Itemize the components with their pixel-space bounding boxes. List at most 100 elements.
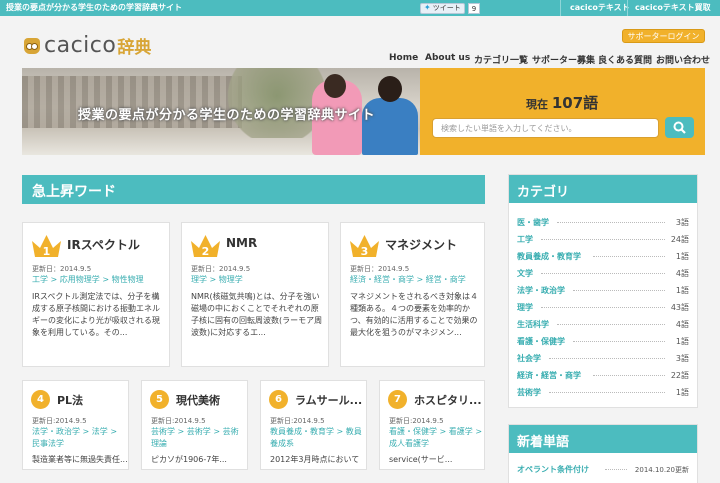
- category-item[interactable]: 工学 24語: [517, 232, 689, 249]
- new-word-label[interactable]: オペラント条件付け: [517, 464, 589, 475]
- card-categories[interactable]: 教員養成・教育学 > 教員養成系: [270, 426, 365, 450]
- search-button[interactable]: [665, 117, 694, 138]
- trending-card-6[interactable]: 6 ラムサール... 更新日:2014.9.5 教員養成・教育学 > 教員養成系…: [260, 380, 367, 470]
- nav-faq[interactable]: 良くある質問: [598, 53, 652, 66]
- category-count: 1語: [675, 286, 689, 295]
- dotted-leader: [549, 392, 665, 393]
- nav-home[interactable]: Home: [389, 53, 418, 63]
- category-item[interactable]: 医・歯学 3語: [517, 215, 689, 232]
- word-count: 現在 107語: [526, 92, 598, 113]
- card-title[interactable]: ホスピタリ...: [414, 392, 482, 408]
- category-label[interactable]: 文学: [517, 268, 533, 279]
- card-categories[interactable]: 芸術学 > 芸術学 > 芸術理論: [151, 426, 246, 450]
- nav-about-us[interactable]: About us: [425, 53, 470, 63]
- card-categories[interactable]: 理学 > 物理学: [191, 274, 326, 286]
- card-date: 更新日:2014.9.5: [151, 417, 206, 425]
- new-words-heading: 新着単語: [509, 425, 697, 453]
- category-count: 1語: [675, 388, 689, 397]
- trending-card-4[interactable]: 4 PL法 更新日:2014.9.5 法学・政治学 > 法学 > 民事法学 製造…: [22, 380, 129, 470]
- card-categories[interactable]: 工学 > 応用物理学 > 物性物理: [32, 274, 167, 286]
- category-count: 3語: [675, 218, 689, 227]
- category-item[interactable]: 経済・経営・商学 22語: [517, 368, 689, 385]
- new-word-date: 2014.10.20更新: [634, 466, 689, 474]
- category-label[interactable]: 社会学: [517, 353, 541, 364]
- category-label[interactable]: 教員養成・教育学: [517, 251, 581, 262]
- card-excerpt: マネジメントをされるべき対象は４種類ある。４つの要素を効率的かつ、有効的に活用す…: [350, 292, 478, 337]
- search-panel: 現在 107語 検索したい単語を入力してください。: [420, 68, 705, 155]
- student-image: [324, 74, 346, 98]
- nav-supporter-recruit[interactable]: サポーター募集: [532, 53, 595, 66]
- category-label[interactable]: 看護・保健学: [517, 336, 565, 347]
- trending-card-7[interactable]: 7 ホスピタリ... 更新日:2014.9.5 看護・保健学 > 看護学 > 成…: [379, 380, 485, 470]
- rank-badge: 5: [150, 390, 169, 409]
- category-label[interactable]: 芸術学: [517, 387, 541, 398]
- dotted-leader: [593, 256, 665, 257]
- dotted-leader: [541, 239, 665, 240]
- card-title[interactable]: マネジメント: [385, 236, 457, 253]
- category-label[interactable]: 工学: [517, 234, 533, 245]
- twitter-bird-icon: ✦: [424, 3, 431, 12]
- dotted-leader: [557, 324, 665, 325]
- category-item[interactable]: 法学・政治学 1語: [517, 283, 689, 300]
- trending-card-3[interactable]: 3 マネジメント 更新日：2014.9.5 経済・経営・商学 > 経営・商学 マ…: [340, 222, 485, 367]
- card-title[interactable]: IRスペクトル: [67, 236, 140, 253]
- card-date: 更新日：2014.9.5: [32, 265, 92, 273]
- card-categories[interactable]: 法学・政治学 > 法学 > 民事法学: [32, 426, 127, 450]
- site-tagline: 授業の要点が分かる学生のための学習辞典サイト: [6, 3, 182, 12]
- card-categories[interactable]: 経済・経営・商学 > 経営・商学: [350, 274, 482, 286]
- trending-heading: 急上昇ワード: [22, 175, 485, 204]
- category-item[interactable]: 芸術学 1語: [517, 385, 689, 402]
- hero-photo: 授業の要点が分かる学生のための学習辞典サイト: [22, 68, 420, 155]
- dotted-leader: [573, 290, 665, 291]
- card-title[interactable]: NMR: [226, 236, 257, 250]
- category-label[interactable]: 生活科学: [517, 319, 549, 330]
- tweet-widget[interactable]: ✦ ツイート 9: [420, 2, 481, 14]
- category-item[interactable]: 理学 43語: [517, 300, 689, 317]
- trending-card-2[interactable]: 2 NMR 更新日：2014.9.5 理学 > 物理学 NMR(核磁気共鳴)とは…: [181, 222, 329, 367]
- nav-contact[interactable]: お問い合わせ: [656, 53, 710, 66]
- new-word-item[interactable]: オペラント条件付け 2014.10.20更新: [517, 462, 689, 479]
- site-logo[interactable]: cacico 辞典: [24, 33, 151, 58]
- card-date: 更新日:2014.9.5: [389, 417, 444, 425]
- nav-categories[interactable]: カテゴリ一覧: [474, 53, 528, 66]
- category-label[interactable]: 理学: [517, 302, 533, 313]
- link-cacico-text[interactable]: cacicoテキスト: [570, 2, 630, 13]
- category-count: 1語: [675, 252, 689, 261]
- search-input[interactable]: 検索したい単語を入力してください。: [432, 118, 659, 138]
- dotted-leader: [557, 222, 665, 223]
- card-title[interactable]: PL法: [57, 392, 83, 408]
- category-count: 4語: [675, 320, 689, 329]
- card-categories[interactable]: 看護・保健学 > 看護学 > 成人看護学: [389, 426, 484, 450]
- card-date: 更新日:2014.9.5: [270, 417, 325, 425]
- tweet-button[interactable]: ✦ ツイート: [420, 2, 465, 14]
- category-count: 43語: [670, 303, 689, 312]
- trending-card-5[interactable]: 5 現代美術 更新日:2014.9.5 芸術学 > 芸術学 > 芸術理論 ピカソ…: [141, 380, 248, 470]
- card-title[interactable]: ラムサール...: [295, 392, 362, 408]
- link-cacico-text-buyback[interactable]: cacicoテキスト買取: [635, 2, 711, 13]
- category-item[interactable]: 教員養成・教育学 1語: [517, 249, 689, 266]
- category-item[interactable]: 生活科学 4語: [517, 317, 689, 334]
- student-image: [378, 76, 402, 102]
- rank-number: 3: [361, 245, 369, 258]
- category-label[interactable]: 医・歯学: [517, 217, 549, 228]
- card-excerpt: service(サービ...: [389, 455, 453, 464]
- category-label[interactable]: 経済・経営・商学: [517, 370, 581, 381]
- word-count-value: 107語: [551, 94, 599, 112]
- new-words-panel: 新着単語 オペラント条件付け 2014.10.20更新: [508, 424, 698, 483]
- category-count: 3語: [675, 354, 689, 363]
- owl-logo-icon: [24, 37, 40, 54]
- dotted-leader: [549, 358, 665, 359]
- divider: [560, 0, 561, 16]
- supporter-login-button[interactable]: サポーターログイン: [622, 29, 705, 43]
- category-item[interactable]: 文学 4語: [517, 266, 689, 283]
- trending-card-1[interactable]: 1 IRスペクトル 更新日：2014.9.5 工学 > 応用物理学 > 物性物理…: [22, 222, 170, 367]
- rank-badge: 6: [269, 390, 288, 409]
- tweet-label: ツイート: [432, 4, 461, 12]
- category-item[interactable]: 社会学 3語: [517, 351, 689, 368]
- card-title[interactable]: 現代美術: [176, 392, 220, 408]
- crown-icon: 3: [350, 235, 379, 258]
- category-item[interactable]: 看護・保健学 1語: [517, 334, 689, 351]
- category-label[interactable]: 法学・政治学: [517, 285, 565, 296]
- card-excerpt: IRスペクトル測定法では、分子を構成する原子核間における振動エネルギーの変化によ…: [32, 292, 160, 337]
- dotted-leader: [605, 469, 627, 470]
